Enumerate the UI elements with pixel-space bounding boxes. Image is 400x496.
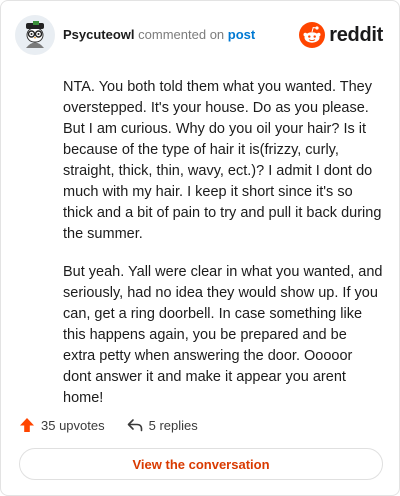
upvote-count: 35 upvotes [41,417,105,433]
username-link[interactable]: Psycuteowl [63,27,135,42]
view-conversation-button[interactable]: View the conversation [19,448,383,480]
comment-header: Psycuteowl commented on post reddit [15,15,385,55]
comment-paragraph-2: But yeah. Yall were clear in what you wa… [63,264,383,406]
user-avatar[interactable] [15,15,55,55]
comment-paragraph-1: NTA. You both told them what you wanted.… [63,79,382,242]
reply-arrow-icon [127,419,142,432]
post-link[interactable]: post [228,27,255,42]
comment-card: Psycuteowl commented on post reddit NTA.… [0,0,400,496]
upvote-button[interactable]: 35 upvotes [19,417,105,433]
comment-body: NTA. You both told them what you wanted.… [63,77,383,426]
upvote-arrow-icon [20,418,34,432]
action-text: commented on [138,27,225,42]
replies-count: 5 replies [148,417,198,433]
comment-meta: Psycuteowl commented on post [63,27,255,43]
replies-button[interactable]: 5 replies [127,418,198,433]
comment-footer: 35 upvotes 5 replies [19,414,220,436]
reddit-logo[interactable]: reddit [299,21,383,49]
avatar-owl-icon [15,15,55,55]
reddit-wordmark: reddit [329,23,383,46]
reddit-snoo-icon [299,22,326,48]
